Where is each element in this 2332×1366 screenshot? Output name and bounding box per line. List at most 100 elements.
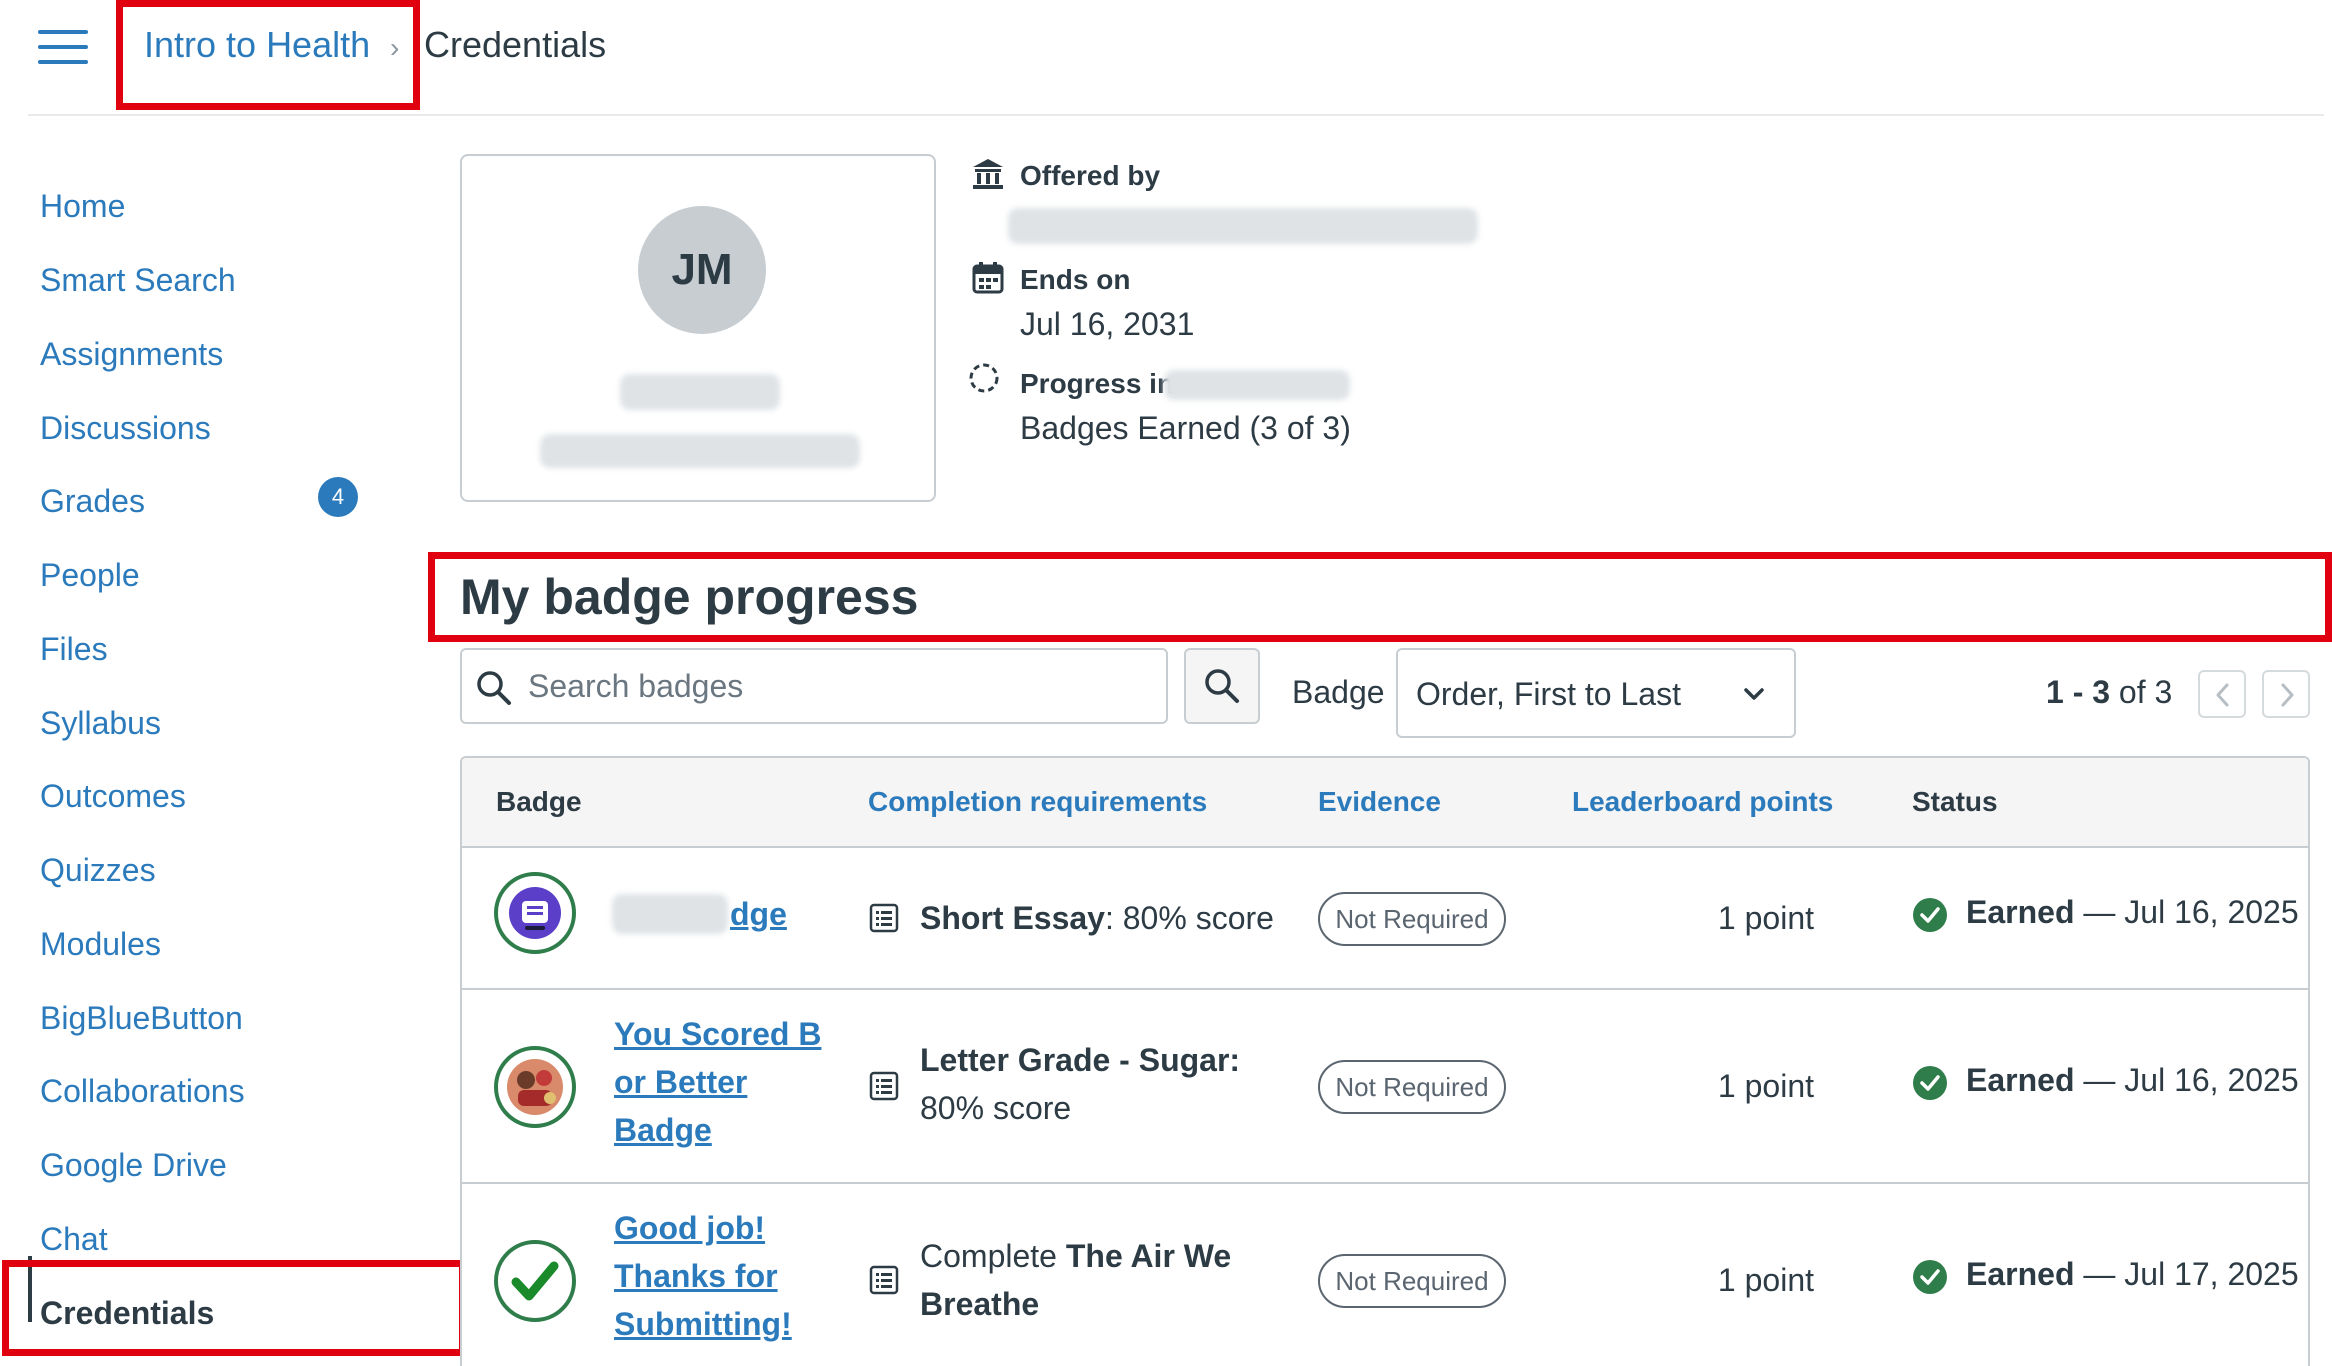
sort-label: Badge [1292,674,1385,710]
progress-circle-icon [969,363,999,393]
sidebar-item-syllabus[interactable]: Syllabus [40,705,161,742]
status-word: Earned [1966,894,2075,930]
evidence-pill: Not Required [1318,892,1506,946]
requirement-score: : 80% score [1104,900,1274,936]
sidebar-item-credentials[interactable]: Credentials [40,1295,214,1332]
badge-name-link[interactable]: Good job! Thanks for Submitting! [614,1204,792,1348]
progress-value: Badges Earned (3 of 3) [1020,410,1351,446]
search-icon [477,671,511,705]
pagination-count: 1 - 3 of 3 [2046,674,2172,711]
badge-name-link[interactable]: You Scored B or Better Badge [614,1010,821,1154]
redacted-institution [1008,208,1478,244]
sidebar-item-chat[interactable]: Chat [40,1221,108,1258]
status-date: — Jul 17, 2025 [2074,1256,2299,1292]
requirement-score: 80% score [920,1090,1072,1126]
ends-on-label: Ends on [1020,264,1131,295]
evidence-pill: Not Required [1318,1254,1506,1308]
badge-name-line: Submitting! [614,1306,792,1342]
search-button[interactable] [1184,648,1260,724]
check-circle-icon [1913,1065,1947,1100]
status-date: — Jul 16, 2025 [2074,894,2299,930]
sidebar-item-modules[interactable]: Modules [40,926,161,963]
offered-by-label: Offered by [1020,160,1161,191]
status-date: — Jul 16, 2025 [2074,1062,2299,1098]
check-circle-icon [1913,897,1947,932]
page-total: of 3 [2118,674,2173,710]
search-field [460,648,1168,724]
sidebar-item-people[interactable]: People [40,557,140,594]
chevron-right-icon [2281,683,2294,707]
chevron-left-icon [2216,683,2229,707]
search-icon [1205,669,1239,703]
col-evidence[interactable]: Evidence [1318,786,1441,818]
leaderboard-points: 1 point [1717,1068,1814,1104]
completion-requirement: Letter Grade - Sugar: 80% score [920,1036,1240,1132]
breadcrumb-current-page: Credentials [424,24,607,65]
leaderboard-points: 1 point [1717,900,1814,936]
sidebar-item-smart-search[interactable]: Smart Search [40,262,236,299]
prev-page-button[interactable] [2198,670,2246,718]
status-badge: Earned — Jul 16, 2025 [1912,894,2299,933]
list-document-icon [869,903,899,933]
chevron-down-icon [1744,688,1764,700]
col-status: Status [1912,786,1998,817]
requirement-name: Breathe [920,1286,1040,1322]
evidence-pill: Not Required [1318,1060,1506,1114]
list-document-icon [869,1071,899,1101]
sort-selected-value: Order, First to Last [1416,676,1681,712]
completion-requirement: Complete The Air We Breathe [920,1232,1231,1328]
sidebar-item-outcomes[interactable]: Outcomes [40,778,186,815]
table-row: dge Short Essay: 80% score Not Required … [462,848,2308,990]
list-document-icon [869,1265,899,1295]
sort-select[interactable]: Order, First to Last [1396,648,1796,738]
chevron-right-icon: › [390,32,400,63]
next-page-button[interactable] [2262,670,2310,718]
col-points[interactable]: Leaderboard points [1572,786,1833,818]
badge-image [494,872,576,954]
course-navigation: Home Smart Search Assignments Discussion… [0,116,460,1366]
sidebar-item-google-drive[interactable]: Google Drive [40,1147,227,1184]
table-row: Good job! Thanks for Submitting! Complet… [462,1184,2308,1366]
completion-requirement: Short Essay: 80% score [920,894,1274,942]
institution-icon [973,159,1003,189]
redacted-progress-course [1164,370,1350,400]
ends-on-value: Jul 16, 2031 [1020,306,1195,342]
check-circle-icon [1913,1259,1947,1294]
sidebar-item-bigbluebutton[interactable]: BigBlueButton [40,1000,243,1037]
sidebar-item-home[interactable]: Home [40,188,125,225]
badge-name-line: Thanks for [614,1258,778,1294]
table-row: You Scored B or Better Badge Letter Grad… [462,990,2308,1184]
sidebar-item-grades[interactable]: Grades [40,483,145,520]
badge-image [494,1046,576,1128]
progress-label: Progress in [1020,368,1175,399]
redacted-email [540,434,860,468]
hamburger-menu-icon[interactable] [38,30,88,66]
badge-name-line: or Better [614,1064,748,1100]
status-word: Earned [1966,1256,2075,1292]
status-badge: Earned — Jul 17, 2025 [1912,1256,2299,1295]
status-badge: Earned — Jul 16, 2025 [1912,1062,2299,1101]
badge-image [494,1240,576,1322]
avatar: JM [638,206,766,334]
grades-count-badge: 4 [318,477,358,517]
profile-card: JM [460,154,936,502]
sidebar-item-collaborations[interactable]: Collaborations [40,1073,245,1110]
badge-name-line: You Scored B [614,1016,822,1052]
search-input[interactable] [528,660,1148,712]
leaderboard-points: 1 point [1717,1262,1814,1298]
sidebar-item-quizzes[interactable]: Quizzes [40,852,156,889]
badge-name-line: Good job! [614,1210,766,1246]
requirement-name: Short Essay [920,900,1105,936]
badge-name-link[interactable]: dge [730,890,787,938]
redacted-name [620,374,780,410]
badges-table: Badge Completion requirements Evidence L… [460,756,2310,1366]
top-header: Intro to Health › Credentials [28,0,2324,116]
breadcrumb-course-link[interactable]: Intro to Health [144,24,370,66]
col-completion[interactable]: Completion requirements [868,786,1207,818]
col-badge: Badge [496,786,582,817]
sidebar-item-discussions[interactable]: Discussions [40,410,211,447]
table-header: Badge Completion requirements Evidence L… [462,758,2308,848]
sidebar-item-assignments[interactable]: Assignments [40,336,223,373]
sidebar-item-files[interactable]: Files [40,631,108,668]
page-title: My badge progress [460,569,919,625]
